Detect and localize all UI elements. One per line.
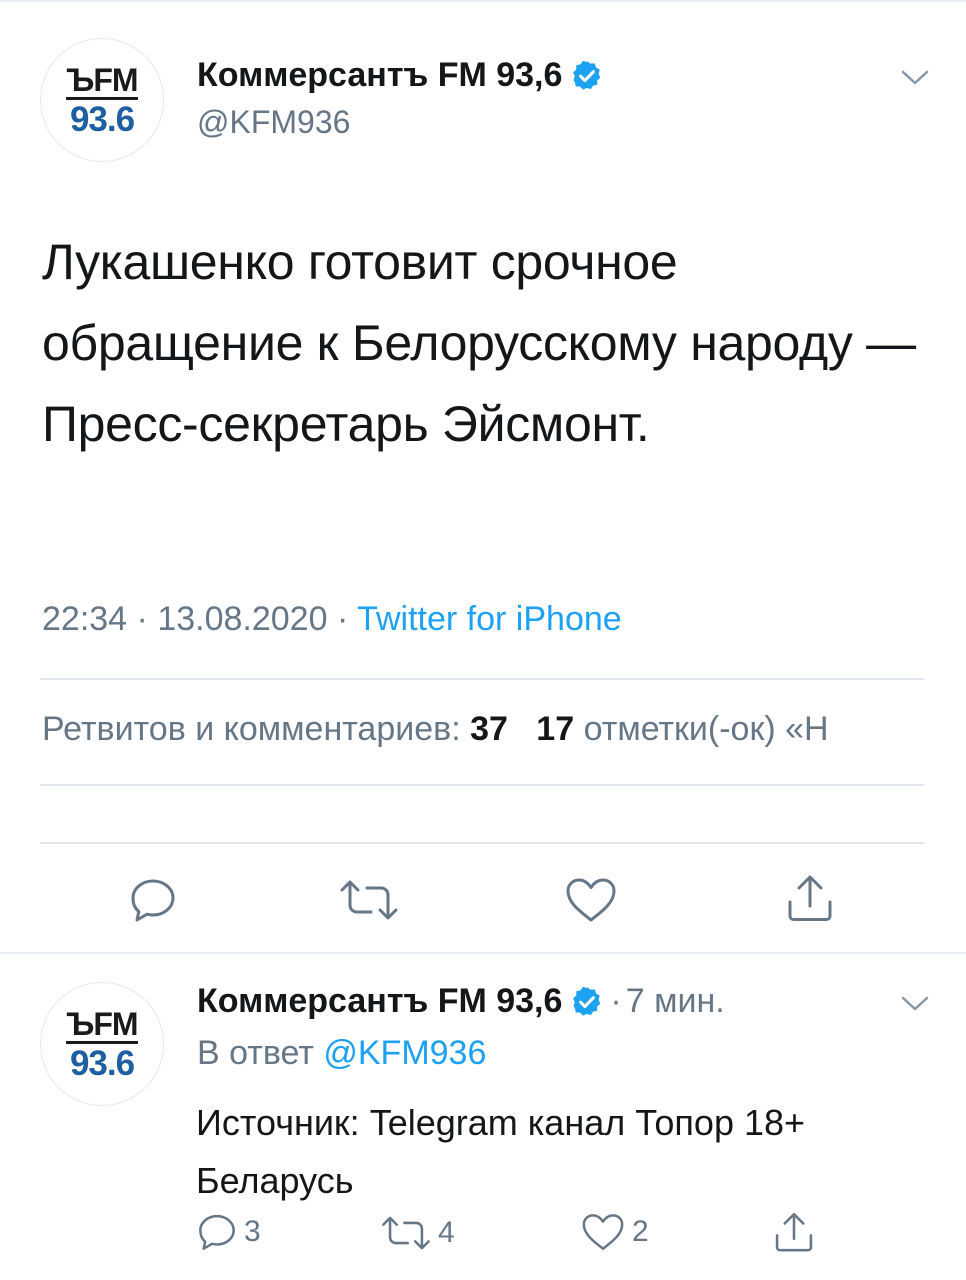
tweet-text: Лукашенко готовит срочное обращение к Бе… (42, 234, 916, 452)
author-handle[interactable]: @KFM936 (197, 104, 350, 141)
share-button[interactable] (772, 1210, 816, 1254)
reply-button[interactable]: 3 (196, 1212, 261, 1252)
reply-tweet-text: Источник: Telegram канал Топор 18+ Белар… (196, 1102, 806, 1201)
tweet-meta: 22:34 · 13.08.2020 · Twitter for iPhone (42, 600, 622, 639)
reply-to-handle-link[interactable]: @KFM936 (323, 1034, 486, 1072)
chevron-down-icon[interactable] (900, 994, 930, 1014)
author-name[interactable]: Коммерсантъ FM 93,6 (197, 56, 562, 95)
reply-context: В ответ @KFM936 (197, 1034, 486, 1073)
verified-badge-icon (573, 60, 601, 90)
top-divider (0, 0, 966, 2)
chevron-down-icon[interactable] (900, 68, 930, 88)
reply-author-row[interactable]: Коммерсантъ FM 93,6 · 7 мин. (197, 982, 725, 1021)
time-separator: · (610, 982, 622, 1020)
retweet-icon (340, 880, 398, 920)
retweets-label: Ретвитов и комментариев: (42, 710, 461, 748)
share-button[interactable] (784, 872, 836, 924)
share-icon (788, 875, 832, 921)
reply-button[interactable] (128, 876, 178, 924)
reply-time-ago[interactable]: 7 мин. (626, 982, 725, 1021)
tweet-time: 22:34 (42, 600, 128, 638)
heart-icon (582, 1214, 624, 1250)
reply-icon (199, 1214, 235, 1250)
tweet-stats[interactable]: Ретвитов и комментариев: 37 17 отметки(-… (42, 710, 829, 749)
like-button[interactable] (564, 876, 618, 924)
divider (40, 784, 924, 786)
avatar[interactable]: ЪFM 93.6 (40, 38, 164, 162)
reply-prefix: В ответ (197, 1034, 314, 1072)
reply-author-name[interactable]: Коммерсантъ FM 93,6 (197, 982, 562, 1021)
verified-badge-icon (573, 986, 601, 1016)
retweets-count[interactable]: 37 (470, 710, 508, 748)
tweet-date: 13.08.2020 (157, 600, 328, 638)
avatar-logo-line1: ЪFM (66, 61, 139, 100)
reply-avatar[interactable]: ЪFM 93.6 (40, 982, 164, 1106)
meta-separator: · (136, 600, 158, 638)
likes-count[interactable]: 17 (536, 710, 574, 748)
reply-icon (131, 879, 175, 922)
tweet-separator (0, 952, 966, 954)
reply-count: 3 (244, 1215, 261, 1248)
avatar-logo-line2: 93.6 (69, 1043, 135, 1083)
avatar-logo-line1: ЪFM (66, 1005, 139, 1044)
divider (40, 842, 924, 844)
tweet-source-link[interactable]: Twitter for iPhone (357, 600, 622, 638)
heart-icon (566, 878, 616, 922)
retweet-button[interactable]: 4 (380, 1214, 455, 1252)
retweet-button[interactable] (338, 878, 400, 922)
author-name-row[interactable]: Коммерсантъ FM 93,6 (197, 56, 604, 95)
like-button[interactable]: 2 (580, 1212, 649, 1252)
likes-label: отметки(-ок) «Н (583, 710, 829, 748)
retweet-count: 4 (438, 1216, 455, 1249)
retweet-icon (382, 1216, 430, 1250)
like-count: 2 (632, 1215, 649, 1248)
divider (40, 678, 924, 680)
meta-separator: · (336, 600, 358, 638)
share-icon (775, 1212, 813, 1252)
avatar-logo-line2: 93.6 (69, 99, 135, 139)
